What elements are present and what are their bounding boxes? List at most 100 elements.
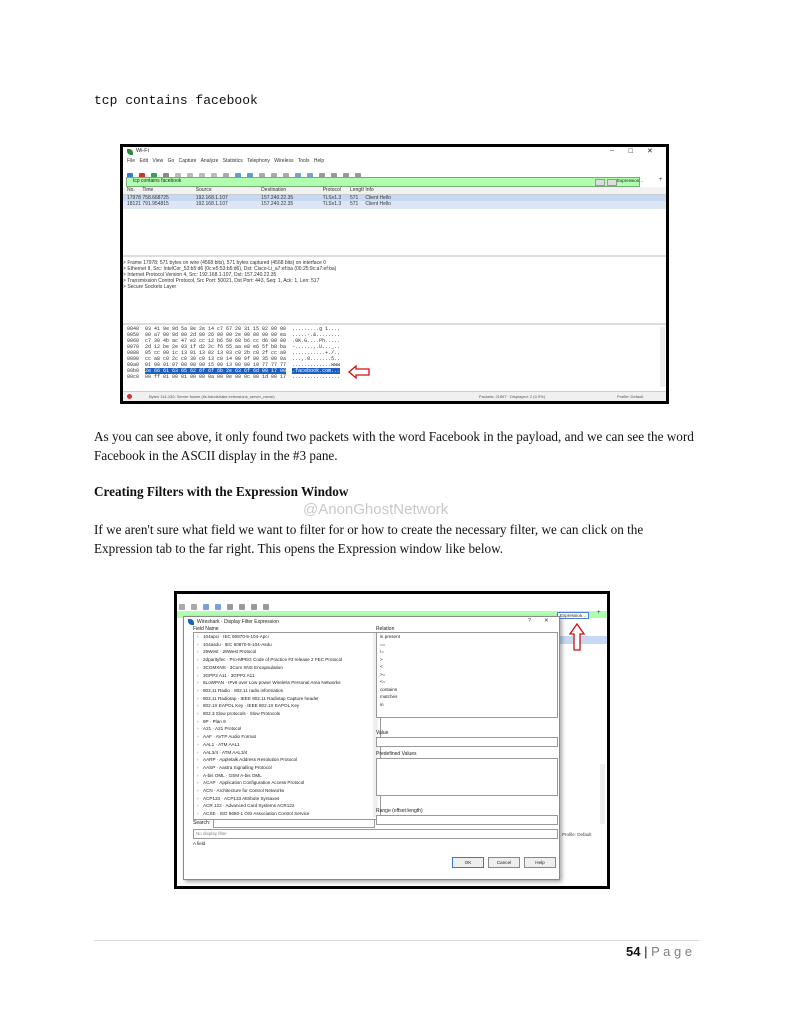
zoom-normal-icon bbox=[251, 604, 257, 611]
dialog-title: Wireshark · Display Filter Expression bbox=[197, 619, 279, 625]
col-length[interactable]: Length bbox=[350, 187, 364, 193]
relation-item[interactable]: == bbox=[377, 641, 557, 649]
ok-button[interactable]: OK bbox=[452, 857, 484, 868]
field-list-item[interactable]: › ACN · Architecture for Control Networks bbox=[194, 787, 380, 795]
zoom-in-icon bbox=[227, 604, 233, 611]
field-list-label: 104apci · IEC 60870-5-104-Apci bbox=[203, 634, 269, 639]
packet-row[interactable]: 18121 791.954815 192.168.1.107 157.240.2… bbox=[123, 201, 666, 209]
field-list-item[interactable]: › 9P · Plan 9 bbox=[194, 718, 380, 726]
field-list-item[interactable]: › A-bis OML · GSM A-bis OML bbox=[194, 772, 380, 780]
field-list-item[interactable]: › 2dparityfec · Pro-MPEG Code of Practice… bbox=[194, 656, 380, 664]
range-label: Range (offset:length) bbox=[376, 808, 423, 814]
value-input[interactable] bbox=[376, 737, 558, 747]
expression-button[interactable]: Expression... bbox=[617, 178, 643, 183]
field-list-item[interactable]: › 802.1X EAPOL Key · IEEE 802.1X EAPOL Ke… bbox=[194, 702, 380, 710]
field-list-item[interactable]: › 802.3 Slow protocols · Slow Protocols bbox=[194, 710, 380, 718]
display-filter-expression-dialog: Wireshark · Display Filter Expression ? … bbox=[183, 616, 560, 880]
filter-preview-field[interactable]: No display filter bbox=[193, 829, 558, 839]
detail-row-ssl[interactable]: > Secure Sockets Layer bbox=[123, 284, 666, 290]
maximize-button[interactable]: ☐ bbox=[628, 148, 633, 155]
help-button[interactable]: Help bbox=[524, 857, 556, 868]
menu-help[interactable]: Help bbox=[314, 158, 324, 164]
menu-statistics[interactable]: Statistics bbox=[223, 158, 243, 164]
dialog-help-button[interactable]: ? bbox=[528, 618, 531, 624]
field-list-item[interactable]: › A21 · A21 Protocol bbox=[194, 725, 380, 733]
relation-item[interactable]: >= bbox=[377, 671, 557, 679]
relation-item[interactable]: matches bbox=[377, 693, 557, 701]
field-list-item[interactable]: › AAF · AVTP Audio Format bbox=[194, 733, 380, 741]
close-window-button[interactable]: ✕ bbox=[647, 147, 653, 155]
footer-rule bbox=[94, 940, 699, 941]
menu-tools[interactable]: Tools bbox=[298, 158, 310, 164]
cancel-button[interactable]: Cancel bbox=[488, 857, 520, 868]
search-input[interactable] bbox=[213, 819, 375, 828]
menu-go[interactable]: Go bbox=[168, 158, 175, 164]
pane-divider[interactable] bbox=[123, 255, 666, 257]
field-list-item[interactable]: › AAL1 · ATM AAL1 bbox=[194, 741, 380, 749]
col-source[interactable]: Source bbox=[196, 187, 260, 193]
relation-item[interactable]: <= bbox=[377, 678, 557, 686]
page-word: P a g e bbox=[651, 944, 693, 959]
page-separator: | bbox=[644, 944, 648, 959]
display-filter-bar[interactable]: tcp contains facebook bbox=[126, 177, 640, 187]
field-list-item[interactable]: › 6LoWPAN · IPv6 over Low power Wireless … bbox=[194, 679, 380, 687]
dialog-close-button[interactable]: ✕ bbox=[544, 618, 549, 624]
relation-item[interactable]: is present bbox=[377, 633, 557, 641]
relation-item[interactable]: != bbox=[377, 648, 557, 656]
field-list-item[interactable]: › ACR 122 · Advanced Card Systems ACR122 bbox=[194, 802, 380, 810]
predefined-values-list[interactable] bbox=[376, 758, 558, 796]
field-list-label: 802.11 Radio · 802.11 radio information bbox=[203, 687, 284, 693]
range-input[interactable] bbox=[376, 815, 558, 825]
field-list-item[interactable]: › 3COMXNS · 3Com XNS Encapsulation bbox=[194, 664, 380, 672]
relation-item[interactable]: > bbox=[377, 656, 557, 664]
goto-icon bbox=[179, 604, 185, 611]
add-filter-button[interactable]: + bbox=[659, 177, 663, 183]
col-protocol[interactable]: Protocol bbox=[323, 187, 349, 193]
red-arrow-up-icon bbox=[569, 623, 585, 651]
menu-analyze[interactable]: Analyze bbox=[201, 158, 219, 164]
field-list-item[interactable]: › ACP133 · ACP133 Attribute Syntaxes bbox=[194, 795, 380, 803]
field-list-item[interactable]: › 802.11 Radio · 802.11 radio information bbox=[194, 687, 380, 695]
col-destination[interactable]: Destination bbox=[261, 187, 321, 193]
field-list-item[interactable]: › AARP · Appletalk Address Resolution Pro… bbox=[194, 756, 380, 764]
menu-telephony[interactable]: Telephony bbox=[247, 158, 270, 164]
relation-item[interactable]: contains bbox=[377, 686, 557, 694]
first-packet-icon bbox=[191, 604, 197, 611]
expert-info-icon[interactable] bbox=[127, 394, 132, 399]
field-list-item[interactable]: › 3GPP2 A11 · 3GPP2 A11 bbox=[194, 672, 380, 680]
filter-input-text[interactable]: tcp contains facebook bbox=[133, 178, 181, 184]
menu-wireless[interactable]: Wireless bbox=[274, 158, 293, 164]
col-info[interactable]: Info bbox=[365, 187, 373, 193]
field-list-item[interactable]: › 29West · 29West Protocol bbox=[194, 648, 380, 656]
filter-dropdown-icon[interactable] bbox=[607, 179, 617, 186]
packet-list-header: No. Time Source Destination Protocol Len… bbox=[123, 187, 666, 195]
expression-button[interactable]: Expression... bbox=[557, 612, 590, 619]
field-name-list[interactable]: › 104apci · IEC 60870-5-104-Apci › 104asdu … bbox=[193, 632, 381, 820]
bytes-scrollbar[interactable] bbox=[660, 327, 665, 387]
minimize-button[interactable]: – bbox=[610, 147, 614, 154]
col-time[interactable]: Time bbox=[142, 187, 194, 193]
field-list-label: ACR 122 · Advanced Card Systems ACR122 bbox=[203, 803, 295, 809]
field-list-label: AASP · Aastra Signalling Protocol bbox=[203, 764, 272, 770]
field-list-item[interactable]: › AASP · Aastra Signalling Protocol bbox=[194, 764, 380, 772]
relation-item[interactable]: < bbox=[377, 663, 557, 671]
field-list-item[interactable]: › ACSE · ISO 8650-1 OSI Association Contr… bbox=[194, 810, 380, 818]
field-list-label: AAF · AVTP Audio Format bbox=[203, 734, 256, 740]
relation-list[interactable]: is present == != > < >= <= contains matches in bbox=[376, 632, 558, 718]
menu-edit[interactable]: Edit bbox=[139, 158, 148, 164]
relation-item[interactable]: in bbox=[377, 701, 557, 709]
status-profile[interactable]: Profile: Default bbox=[617, 394, 643, 399]
field-list-item[interactable]: › 802.11 Radiotap · IEEE 802.11 Radiotap … bbox=[194, 695, 380, 703]
menu-view[interactable]: View bbox=[152, 158, 163, 164]
field-list-item[interactable]: › 104asdu · IEC 60870-5-104-Asdu bbox=[194, 641, 380, 649]
menu-capture[interactable]: Capture bbox=[179, 158, 197, 164]
main-toolbar bbox=[127, 167, 363, 180]
field-list-item[interactable]: › ACAP · Application Configuration Access… bbox=[194, 779, 380, 787]
field-list-item[interactable]: › 104apci · IEC 60870-5-104-Apci bbox=[194, 633, 380, 641]
field-list-item[interactable]: › AAL3/4 · ATM AAL3/4 bbox=[194, 749, 380, 757]
clear-filter-icon[interactable] bbox=[595, 179, 605, 186]
field-list-label: AAL3/4 · ATM AAL3/4 bbox=[203, 749, 248, 755]
menu-file[interactable]: File bbox=[127, 158, 135, 164]
page-footer: 54 | P a g e bbox=[626, 944, 692, 959]
col-no[interactable]: No. bbox=[123, 187, 141, 193]
